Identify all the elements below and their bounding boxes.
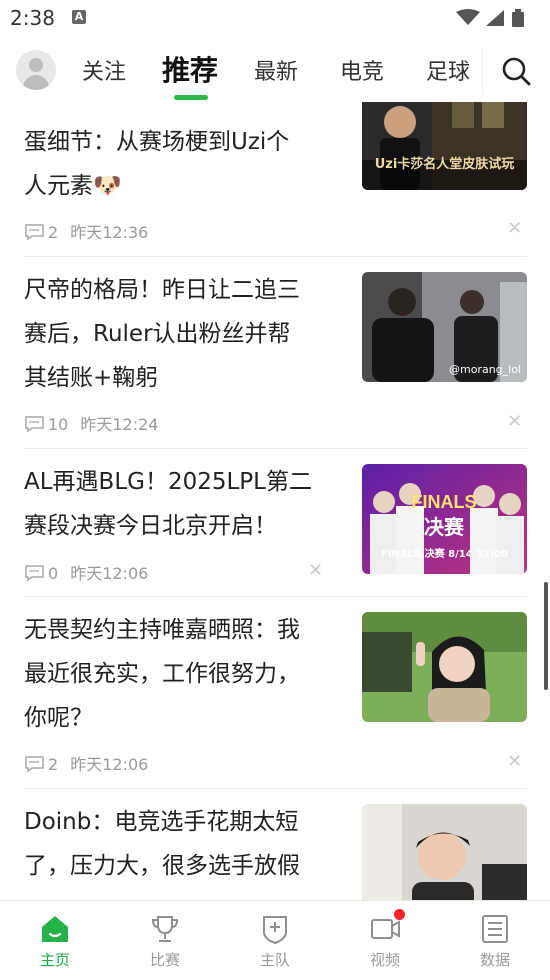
status-icons [456,9,524,27]
news-thumbnail [362,612,527,722]
avatar[interactable] [16,50,56,90]
news-title: 尺帝的格局！昨日让二追三 赛后，Ruler认出粉丝并帮 其结账+鞠躬 [24,277,300,391]
status-time: 2:38 [10,6,55,30]
active-tab-indicator [174,95,208,100]
tab-video[interactable]: 视频 [330,901,440,980]
signal-icon [486,10,504,26]
divider [24,256,527,257]
tab-follow[interactable]: 关注 [82,54,126,86]
tab-team[interactable]: 主队 [220,901,330,980]
close-icon[interactable]: ✕ [308,560,323,581]
comment-icon [25,416,44,433]
tab-football[interactable]: 足球 [426,54,470,86]
divider [24,788,527,789]
nav-divider [482,46,483,94]
tab-label: 主队 [259,951,290,969]
news-meta: 0 昨天12:06 [24,560,148,584]
search-icon[interactable] [500,55,532,87]
tab-data[interactable]: 数据 [440,901,550,980]
tab-esports[interactable]: 电竞 [340,54,384,86]
status-bar: 2:38 A [0,0,550,38]
comment-icon [25,565,44,582]
tab-home[interactable]: 主页 [0,901,110,980]
comment-icon [25,756,44,773]
news-thumbnail: Uzi卡莎名人堂皮肤试玩 [362,102,527,190]
divider [24,596,527,597]
wifi-icon [456,9,480,25]
news-thumbnail: FINALS 决赛 FINALS 决赛 8/14 17:00 [362,464,527,574]
close-icon[interactable]: ✕ [507,751,522,772]
data-list-icon [482,915,508,943]
close-icon[interactable]: ✕ [507,218,522,239]
comment-icon [25,224,44,241]
thumb-caption: FINALS 决赛 8/14 17:00 [380,549,509,560]
battery-icon [512,12,524,27]
news-title: 蛋细节：从赛场梗到Uzi个 人元素🐶 [24,129,290,199]
tab-label: 视频 [369,951,400,969]
svg-text:FINALS: FINALS [412,492,477,512]
divider [24,448,527,449]
news-meta: 2 昨天12:36 [24,219,148,243]
news-meta: 2 昨天12:06 [24,751,148,775]
thumb-caption: Uzi卡莎名人堂皮肤试玩 [374,157,515,172]
news-meta: 10 昨天12:24 [24,411,158,435]
top-nav: 关注 推荐 最新 电竞 足球 [0,38,550,102]
close-icon[interactable]: ✕ [507,411,522,432]
news-title: 无畏契约主持唯嘉晒照：我 最近很充实，工作很努力， 你呢？ [24,617,300,731]
news-thumbnail: @morang_lol [362,272,527,382]
news-feed[interactable]: 蛋细节：从赛场梗到Uzi个 人元素🐶 Uzi卡莎名人堂皮肤试玩 2 昨天12:36… [0,102,550,900]
svg-text:决赛: 决赛 [424,515,465,539]
tab-label: 比赛 [149,951,180,969]
tab-label: 数据 [479,951,510,969]
bottom-tab-bar: 主页 比赛 主队 视频 数据 [0,900,550,980]
news-thumbnail [362,804,527,900]
scrollbar[interactable] [544,582,548,690]
tab-latest[interactable]: 最新 [254,54,298,86]
shield-icon [263,916,287,945]
home-icon [42,916,68,942]
notification-a-icon: A [72,10,86,24]
trophy-icon [151,916,179,942]
notification-badge [394,909,405,920]
news-title: AL再遇BLG！2025LPL第二 赛段决赛今日北京开启！ [24,469,312,539]
thumb-caption: @morang_lol [448,363,521,376]
news-title: Doinb：电竞选手花期太短 了，压力大，很多选手放假 [24,809,300,879]
tab-recommend[interactable]: 推荐 [162,49,218,89]
tab-match[interactable]: 比赛 [110,901,220,980]
tab-label: 主页 [39,951,70,969]
